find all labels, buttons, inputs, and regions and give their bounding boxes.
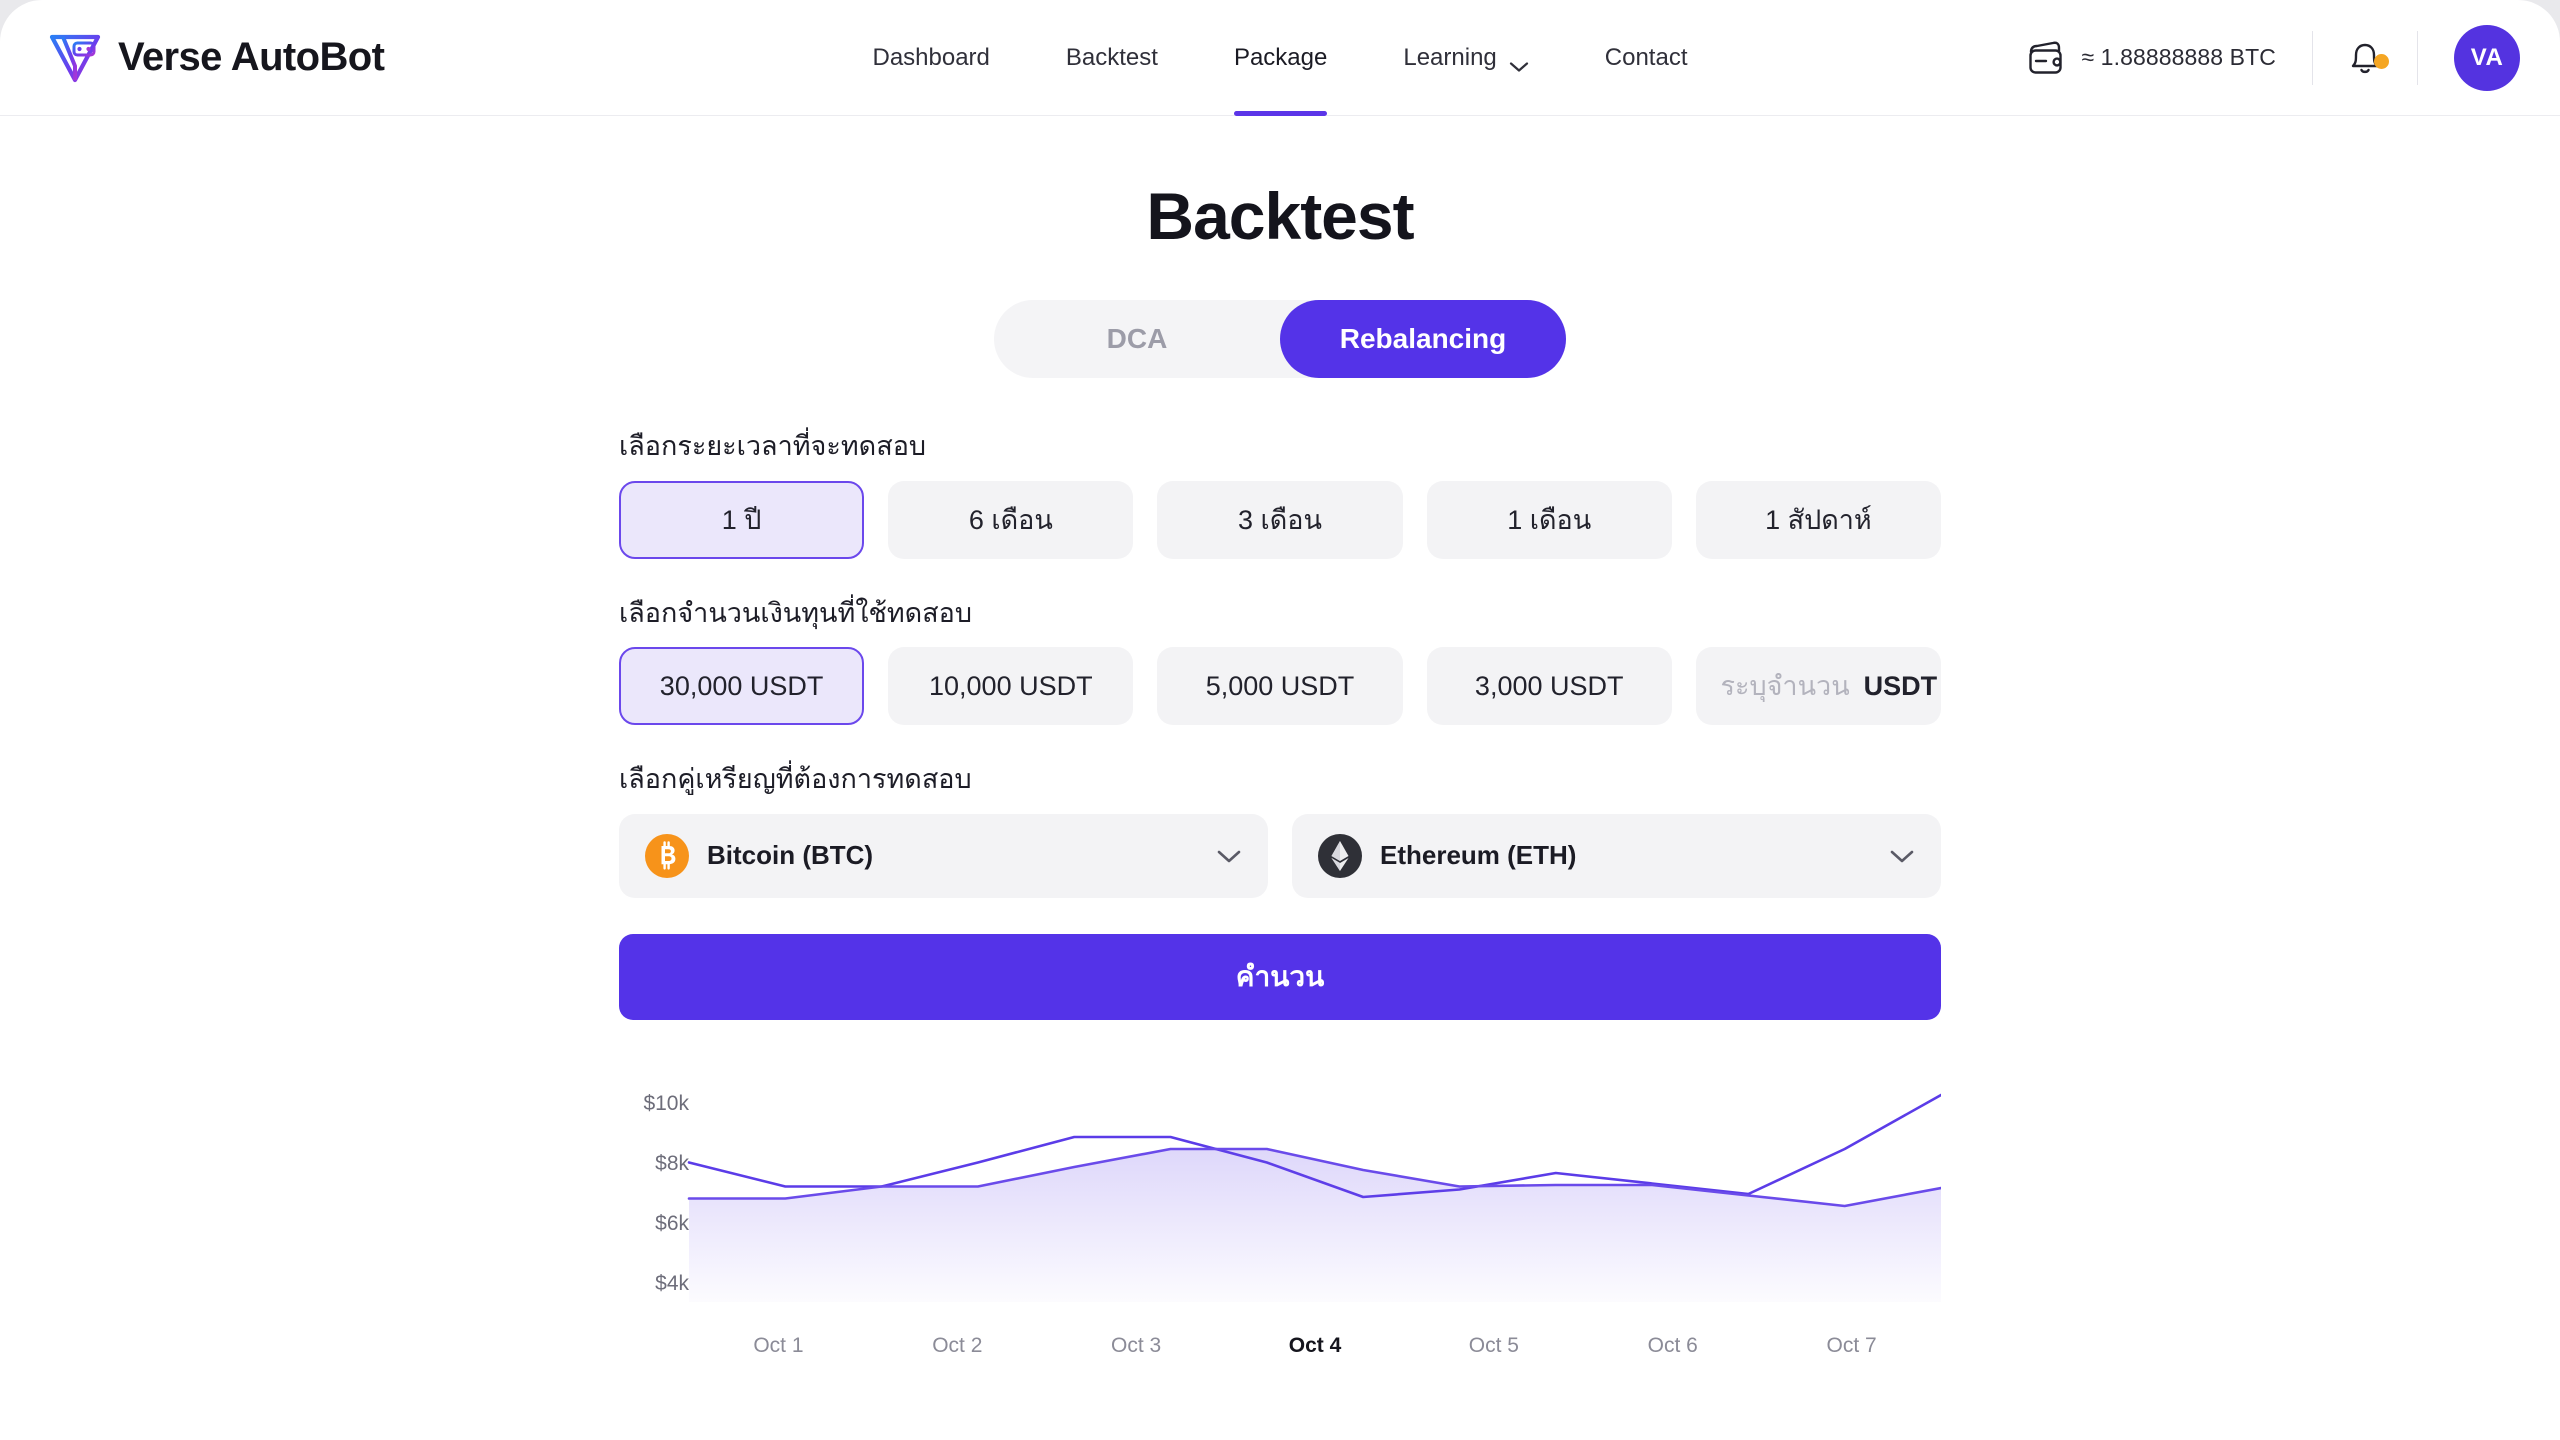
chevron-down-icon <box>1216 848 1242 864</box>
nav-item-dashboard[interactable]: Dashboard <box>834 0 1027 116</box>
tab-dca[interactable]: DCA <box>994 300 1280 378</box>
wallet-balance[interactable]: ≈ 1.88888888 BTC <box>2027 40 2312 76</box>
avatar[interactable]: VA <box>2454 24 2520 91</box>
capital-label: เลือกจำนวนเงินทุนที่ใช้ทดสอบ <box>619 597 972 628</box>
avatar-initials: VA <box>2470 43 2504 71</box>
chart-x-tick: Oct 1 <box>753 1333 804 1357</box>
notification-badge <box>2374 53 2389 69</box>
nav-label: Learning <box>1403 44 1497 71</box>
capital-option-30000[interactable]: 30,000 USDT <box>619 647 865 725</box>
period-label: เลือกระยะเวลาที่จะทดสอบ <box>619 431 927 461</box>
backtest-form: เลือกระยะเวลาที่จะทดสอบ 1 ปี 6 เดือน 3 เ… <box>619 378 1942 1020</box>
capital-option-5000[interactable]: 5,000 USDT <box>1157 647 1403 725</box>
period-options: 1 ปี 6 เดือน 3 เดือน 1 เดือน 1 สัปดาห์ <box>619 480 1942 559</box>
chart-x-tick: Oct 6 <box>1647 1333 1698 1357</box>
chart-y-tick: $6k <box>655 1211 689 1235</box>
period-option-1m[interactable]: 1 เดือน <box>1426 480 1672 559</box>
tab-rebalancing[interactable]: Rebalancing <box>1280 300 1566 378</box>
verse-logo-icon <box>48 32 102 84</box>
chart-x-tick: Oct 7 <box>1826 1333 1877 1357</box>
capital-option-10000[interactable]: 10,000 USDT <box>888 647 1134 725</box>
nav-item-learning[interactable]: Learning <box>1365 0 1566 116</box>
header-actions: ≈ 1.88888888 BTC VA <box>2027 24 2520 91</box>
bitcoin-icon <box>645 833 689 878</box>
capital-custom-suffix: USDT <box>1863 670 1938 701</box>
app-window: Verse AutoBot Dashboard Backtest Package… <box>0 0 2560 1440</box>
brand-name: Verse AutoBot <box>118 35 385 79</box>
pair-selectors: Bitcoin (BTC) Ethereum (ETH) <box>619 813 1941 898</box>
chart-y-tick: $8k <box>655 1151 689 1175</box>
wallet-balance-text: ≈ 1.88888888 BTC <box>2081 44 2276 70</box>
ethereum-icon <box>1318 833 1362 878</box>
nav-item-package[interactable]: Package <box>1196 0 1365 116</box>
chevron-down-icon <box>1889 848 1915 864</box>
chart-y-tick: $10k <box>643 1091 689 1115</box>
brand-logo[interactable]: Verse AutoBot <box>48 32 385 84</box>
app-header: Verse AutoBot Dashboard Backtest Package… <box>0 0 2560 116</box>
pair-label: เลือกคู่เหรียญที่ต้องการทดสอบ <box>619 764 972 794</box>
pair-first-label: Bitcoin (BTC) <box>707 840 874 870</box>
chart-x-tick: Oct 5 <box>1468 1333 1519 1357</box>
capital-options: 30,000 USDT 10,000 USDT 5,000 USDT 3,000… <box>619 647 1942 725</box>
chevron-down-icon <box>1509 52 1529 72</box>
nav-label: Contact <box>1604 44 1688 71</box>
mode-tabs: DCA Rebalancing <box>0 300 2560 378</box>
nav-item-backtest[interactable]: Backtest <box>1028 0 1196 116</box>
nav-label: Dashboard <box>872 44 990 71</box>
pair-select-first[interactable]: Bitcoin (BTC) <box>619 813 1268 898</box>
capital-custom-input[interactable] <box>1699 670 1850 702</box>
period-option-1w[interactable]: 1 สัปดาห์ <box>1695 480 1942 559</box>
chart-x-axis: Oct 1 Oct 2 Oct 3 Oct 4 Oct 5 Oct 6 Oct 7 <box>619 1334 1941 1358</box>
nav-label: Backtest <box>1065 44 1158 71</box>
chart-x-tick: Oct 2 <box>932 1333 983 1357</box>
header-divider <box>2417 30 2418 85</box>
nav-item-contact[interactable]: Contact <box>1567 0 1726 116</box>
pair-second-label: Ethereum (ETH) <box>1380 840 1577 870</box>
nav-label: Package <box>1233 44 1328 71</box>
calculate-button[interactable]: คำนวน <box>619 933 1941 1020</box>
capital-option-3000[interactable]: 3,000 USDT <box>1426 647 1672 725</box>
main-content: Backtest DCA Rebalancing เลือกระยะเวลาที… <box>0 178 2560 1358</box>
notifications-button[interactable] <box>2313 38 2417 78</box>
period-option-1y[interactable]: 1 ปี <box>619 480 865 559</box>
chart-plot <box>619 1076 1941 1302</box>
backtest-chart: $10k $8k $6k $4k Oct 1 Oct 2 Oct 3 Oct 4 Oct 5O… <box>619 1076 1941 1358</box>
page-title: Backtest <box>1146 179 1414 253</box>
chart-y-tick: $4k <box>655 1271 689 1295</box>
period-option-6m[interactable]: 6 เดือน <box>888 480 1134 559</box>
pair-select-second[interactable]: Ethereum (ETH) <box>1292 813 1941 898</box>
chart-x-tick: Oct 3 <box>1111 1333 1162 1357</box>
chart-x-tick: Oct 4 <box>1288 1333 1342 1357</box>
capital-custom-field[interactable]: USDT <box>1695 647 1942 725</box>
period-option-3m[interactable]: 3 เดือน <box>1157 480 1403 559</box>
wallet-icon <box>2027 40 2067 76</box>
